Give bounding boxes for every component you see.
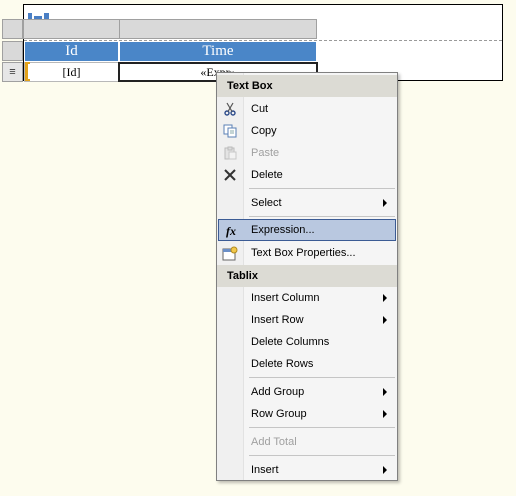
submenu-arrow-icon — [383, 294, 387, 302]
menu-section-textbox: Text Box — [217, 75, 397, 97]
row-handle-data[interactable]: ≡ — [2, 62, 23, 82]
menu-section-tablix: Tablix — [217, 265, 397, 287]
row-handle-header[interactable] — [2, 41, 23, 61]
row-selection-indicator — [25, 62, 30, 81]
menu-item-delete-rows[interactable]: Delete Rows — [218, 353, 396, 375]
header-cell-id[interactable]: Id — [24, 41, 119, 62]
menu-item-insert-column[interactable]: Insert Column — [218, 287, 396, 309]
properties-icon — [222, 245, 238, 261]
row-details-icon: ≡ — [9, 66, 16, 78]
menu-item-add-total[interactable]: Add Total — [218, 431, 396, 453]
menu-item-insert-row[interactable]: Insert Row — [218, 309, 396, 331]
column-handle-time[interactable] — [119, 19, 317, 39]
data-cell-id[interactable]: [Id] — [24, 62, 119, 82]
menu-item-cut[interactable]: Cut — [218, 98, 396, 120]
context-menu: Text Box Cut Copy Paste Delete Select fx… — [216, 72, 398, 481]
menu-separator — [249, 427, 395, 428]
menu-item-insert[interactable]: Insert — [218, 459, 396, 481]
menu-item-add-group[interactable]: Add Group — [218, 381, 396, 403]
menu-item-select[interactable]: Select — [218, 192, 396, 214]
menu-item-row-group[interactable]: Row Group — [218, 403, 396, 425]
function-fx-icon: fx — [226, 223, 236, 238]
menu-item-textbox-properties[interactable]: Text Box Properties... — [218, 242, 396, 264]
submenu-arrow-icon — [383, 316, 387, 324]
menu-item-delete[interactable]: Delete — [218, 164, 396, 186]
menu-item-delete-columns[interactable]: Delete Columns — [218, 331, 396, 353]
menu-separator — [249, 455, 395, 456]
column-handle-id[interactable] — [23, 19, 120, 39]
paste-icon — [222, 145, 238, 161]
menu-separator — [249, 377, 395, 378]
delete-x-icon — [222, 167, 238, 183]
submenu-arrow-icon — [383, 388, 387, 396]
submenu-arrow-icon — [383, 466, 387, 474]
copy-icon — [222, 123, 238, 139]
scissors-icon — [222, 101, 238, 117]
submenu-arrow-icon — [383, 410, 387, 418]
submenu-arrow-icon — [383, 199, 387, 207]
tablix-corner-handle[interactable] — [2, 19, 23, 39]
menu-item-paste[interactable]: Paste — [218, 142, 396, 164]
menu-separator — [249, 216, 395, 217]
menu-separator — [249, 188, 395, 189]
header-cell-time[interactable]: Time — [119, 41, 317, 62]
menu-item-copy[interactable]: Copy — [218, 120, 396, 142]
menu-item-expression[interactable]: fx Expression... — [218, 219, 396, 241]
